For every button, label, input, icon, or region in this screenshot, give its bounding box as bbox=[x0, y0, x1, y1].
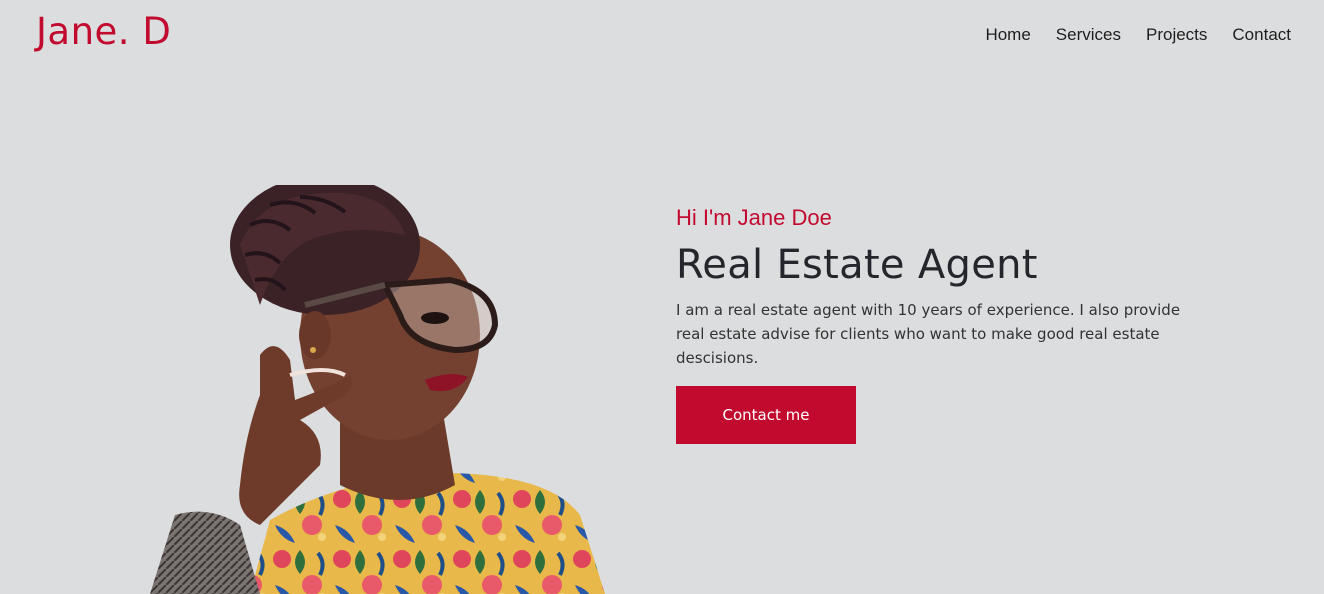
contact-me-button[interactable]: Contact me bbox=[676, 386, 856, 444]
site-logo[interactable]: Jane. D bbox=[36, 8, 171, 56]
nav-home-link[interactable]: Home bbox=[985, 24, 1030, 46]
hero-greeting: Hi I'm Jane Doe bbox=[676, 205, 832, 230]
hero-text-block: Hi I'm Jane Doe Real Estate Agent I am a… bbox=[676, 204, 1236, 444]
hero-description: I am a real estate agent with 10 years o… bbox=[676, 301, 1181, 367]
hero-title: Real Estate Agent bbox=[676, 242, 1038, 288]
nav-projects-link[interactable]: Projects bbox=[1146, 24, 1207, 46]
main-nav: Home Services Projects Contact bbox=[960, 24, 1291, 46]
portrait-photo bbox=[150, 185, 605, 594]
nav-contact-link[interactable]: Contact bbox=[1232, 24, 1291, 46]
nav-services-link[interactable]: Services bbox=[1056, 24, 1121, 46]
